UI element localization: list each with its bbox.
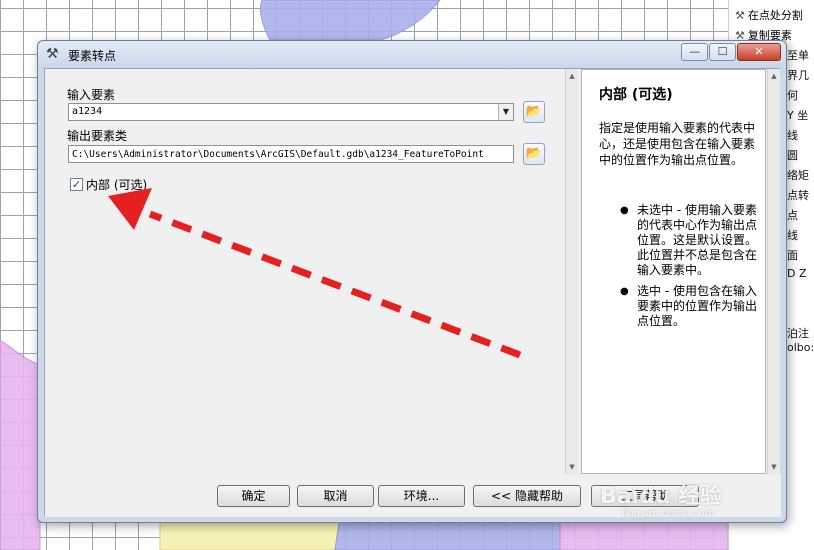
toolbox-fragment[interactable]: 点 (787, 207, 798, 223)
input-features-value: a1234 (72, 106, 103, 117)
output-feature-class-field[interactable]: C:\Users\Administrator\Documents\ArcGIS\… (68, 145, 514, 163)
toolbox-fragment[interactable]: 圆 (787, 147, 798, 163)
toolbox-item-split-at-points[interactable]: ⚒ 在点处分割 (735, 7, 803, 23)
hide-help-button[interactable]: << 隐藏帮助 (473, 485, 581, 507)
scroll-up-arrow-icon[interactable]: ▲ (566, 70, 578, 82)
output-feature-class-label: 输出要素类 (67, 129, 128, 143)
toolbox-fragment[interactable]: 线 (787, 227, 798, 243)
folder-icon: 📂 (525, 146, 543, 161)
hammer-icon: ⚒ (46, 46, 59, 62)
chevron-down-icon[interactable]: ▼ (498, 104, 513, 120)
toolbox-fragment[interactable]: D Z (787, 267, 807, 280)
toolbox-fragment[interactable]: 至单 (787, 47, 809, 63)
help-scrollbar[interactable]: ▲ ▼ (767, 69, 780, 474)
map-polygon-blue-top (259, 0, 441, 41)
input-features-combobox[interactable]: a1234 ▼ (68, 103, 514, 121)
browse-input-button[interactable]: 📂 (523, 101, 545, 123)
minimize-button[interactable]: — (681, 43, 708, 61)
parameters-pane: 输入要素 a1234 ▼ 📂 输出要素类 C:\Users\Administra… (45, 69, 578, 474)
ok-button[interactable]: 确定 (217, 485, 290, 507)
toolbox-fragment[interactable]: 泊注 (787, 325, 809, 341)
scroll-down-arrow-icon[interactable]: ▼ (566, 461, 578, 473)
inside-option-row[interactable]: ✓ 内部 (可选) (70, 176, 147, 192)
baidu-watermark-url: jingyan.baidu.com (622, 508, 715, 519)
inside-checkbox[interactable]: ✓ (70, 178, 83, 191)
toolbox-fragment[interactable]: 点转 (787, 187, 809, 203)
environments-button[interactable]: 环境... (378, 485, 465, 507)
bullet-icon: ● (620, 286, 629, 297)
toolbox-fragment[interactable]: 界几 (787, 67, 809, 83)
input-features-label: 输入要素 (67, 88, 116, 102)
bullet-icon: ● (620, 205, 629, 216)
toolbox-fragment[interactable]: 面 (787, 247, 798, 263)
cancel-button[interactable]: 取消 (297, 485, 374, 507)
help-paragraph: 指定是使用输入要素的代表中心，还是使用包含在输入要素中的位置作为输出点位置。 (599, 121, 756, 167)
scroll-up-arrow-icon[interactable]: ▲ (768, 70, 780, 82)
toolbox-fragment[interactable]: Y 坐 (787, 107, 808, 123)
scroll-down-arrow-icon[interactable]: ▼ (768, 461, 780, 473)
close-button[interactable]: ✕ (737, 43, 781, 61)
maximize-button[interactable]: ☐ (709, 43, 736, 61)
output-feature-class-value: C:\Users\Administrator\Documents\ArcGIS\… (72, 149, 484, 160)
dialog-titlebar[interactable]: ⚒ 要素转点 — ☐ ✕ (38, 41, 786, 68)
folder-icon: 📂 (525, 104, 543, 119)
inside-checkbox-label[interactable]: 内部 (可选) (86, 178, 147, 192)
baidu-watermark: Baidu 经验 (600, 484, 723, 509)
help-bullet-item: ● 选中 - 使用包含在输入要素中的位置作为输出点位置。 (620, 284, 758, 328)
toolbox-fragment[interactable]: 何 (787, 87, 798, 103)
toolbox-fragment[interactable]: 线 (787, 127, 798, 143)
feature-to-point-dialog: ⚒ 要素转点 — ☐ ✕ 输入要素 a1234 ▼ 📂 输出要素类 C:\Use… (37, 40, 787, 523)
map-polygon-purple-left (0, 339, 41, 550)
dialog-client-area: 输入要素 a1234 ▼ 📂 输出要素类 C:\Users\Administra… (44, 68, 781, 517)
hammer-icon: ⚒ (735, 9, 745, 22)
help-bullet-list: ● 未选中 - 使用输入要素的代表中心作为输出点位置。这是默认设置。此位置并不总是… (599, 203, 764, 335)
help-pane: 内部 (可选) 指定是使用输入要素的代表中心，还是使用包含在输入要素中的位置作为… (581, 69, 766, 474)
toolbox-fragment[interactable]: 络矩 (787, 167, 809, 183)
parameters-scrollbar[interactable]: ▲ ▼ (565, 69, 578, 474)
help-bullet-item: ● 未选中 - 使用输入要素的代表中心作为输出点位置。这是默认设置。此位置并不总是… (620, 203, 758, 277)
browse-output-button[interactable]: 📂 (523, 143, 545, 165)
toolbox-fragment[interactable]: olbo: (787, 341, 814, 354)
help-title: 内部 (可选) (599, 87, 673, 103)
dialog-title: 要素转点 (68, 49, 117, 63)
